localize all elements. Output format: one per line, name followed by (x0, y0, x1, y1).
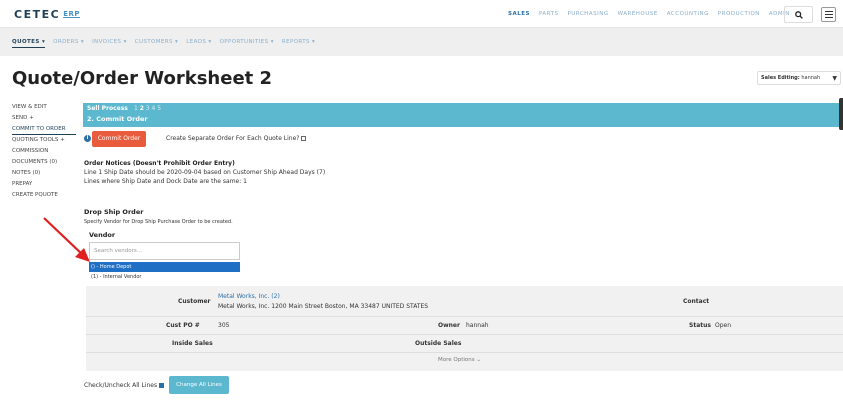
drop-ship-section: Drop Ship Order Specify Vendor for Drop … (84, 208, 233, 225)
step-3[interactable]: 3 (146, 105, 150, 112)
subnav-opportunities[interactable]: OPPORTUNITIES ▾ (220, 39, 274, 48)
customer-row: Customer Metal Works, Inc. (2) Metal Wor… (86, 286, 843, 317)
step-2[interactable]: 2 (140, 105, 144, 112)
separate-order-checkbox[interactable] (301, 136, 307, 141)
sidemenu-prepay[interactable]: PREPAY (12, 179, 76, 190)
drop-ship-heading: Drop Ship Order (84, 208, 144, 216)
search-button[interactable] (784, 6, 813, 23)
notice-line-1: Line 1 Ship Date should be 2020-09-04 ba… (84, 169, 326, 176)
separate-order-label: Create Separate Order For Each Quote Lin… (166, 135, 300, 142)
sidemenu-commission[interactable]: COMMISSION (12, 146, 76, 157)
subnav-orders[interactable]: ORDERS ▾ (53, 39, 84, 48)
commit-order-button[interactable]: Commit Order (92, 131, 146, 147)
drop-ship-subtext: Specify Vendor for Drop Ship Purchase Or… (84, 219, 233, 225)
logo-text: CETEC (14, 8, 61, 21)
nav-accounting[interactable]: ACCOUNTING (667, 11, 709, 17)
sidemenu-send[interactable]: SEND + (12, 113, 76, 124)
sell-process-subtitle: 2. Commit Order (87, 115, 148, 123)
status-label: Status (689, 322, 711, 329)
nav-parts[interactable]: PARTS (539, 11, 559, 17)
change-all-lines-button[interactable]: Change All Lines (169, 376, 229, 394)
notices-heading: Order Notices (Doesn't Prohibit Order En… (84, 160, 235, 167)
info-icon[interactable]: i (84, 135, 91, 142)
red-arrow-annotation (43, 217, 90, 262)
sidemenu-view-edit[interactable]: VIEW & EDIT (12, 102, 76, 113)
cust-po-label: Cust PO # (166, 322, 200, 329)
subnav-leads[interactable]: LEADS ▾ (186, 39, 211, 48)
step-4[interactable]: 4 (152, 105, 156, 112)
sales-editing-value: hannah (801, 75, 821, 81)
side-menu: VIEW & EDIT SEND + COMMIT TO ORDER QUOTI… (12, 102, 76, 201)
subnav-quotes[interactable]: QUOTES ▾ (12, 39, 46, 48)
sidemenu-commit-to-order[interactable]: COMMIT TO ORDER (12, 124, 76, 135)
owner-label: Owner (438, 322, 460, 329)
customer-link[interactable]: Metal Works, Inc. (2) (218, 293, 280, 300)
po-row: Cust PO # 305 Owner hannah Status Open (86, 317, 843, 335)
owner-value: hannah (466, 322, 489, 329)
outside-sales-label: Outside Sales (415, 340, 462, 347)
sales-row: Inside Sales Outside Sales (86, 335, 843, 353)
subnav-invoices[interactable]: INVOICES ▾ (92, 39, 127, 48)
menu-icon (824, 10, 833, 13)
cust-po-value: 305 (218, 322, 230, 329)
sales-editing-label: Sales Editing: (761, 75, 800, 81)
check-all-lines: Check/Uncheck All Lines (84, 382, 165, 389)
vendor-option-home-depot[interactable]: () - Home Depot (89, 262, 240, 272)
sub-nav-bar: QUOTES ▾ ORDERS ▾ INVOICES ▾ CUSTOMERS ▾… (0, 28, 843, 56)
status-value: Open (715, 322, 732, 329)
vendor-options-list: () - Home Depot (1) - Internal Vendor (89, 262, 240, 282)
order-notices: Order Notices (Doesn't Prohibit Order En… (84, 159, 325, 186)
check-all-checkbox[interactable] (159, 383, 165, 388)
separate-order-option: Create Separate Order For Each Quote Lin… (166, 135, 307, 142)
subnav-reports[interactable]: REPORTS ▾ (282, 39, 315, 48)
sell-process-steps: 1 2 3 4 5 (134, 105, 161, 112)
more-options-link[interactable]: More Options ⌄ (438, 357, 481, 363)
sidemenu-quoting-tools[interactable]: QUOTING TOOLS + (12, 135, 76, 146)
nav-purchasing[interactable]: PURCHASING (567, 11, 608, 17)
search-icon (794, 10, 803, 19)
nav-production[interactable]: PRODUCTION (718, 11, 760, 17)
sidemenu-create-pquote[interactable]: CREATE PQUOTE (12, 190, 76, 201)
top-bar: CETEC ERP SALES PARTS PURCHASING WAREHOUS… (0, 0, 843, 28)
main-nav: SALES PARTS PURCHASING WAREHOUSE ACCOUNT… (508, 11, 790, 17)
step-1[interactable]: 1 (134, 105, 138, 112)
logo-erp: ERP (63, 10, 80, 18)
sell-process-label: Sell Process (87, 105, 128, 112)
contact-label: Contact (683, 298, 710, 305)
sub-nav: QUOTES ▾ ORDERS ▾ INVOICES ▾ CUSTOMERS ▾… (12, 39, 315, 48)
order-info-table: Customer Metal Works, Inc. (2) Metal Wor… (86, 286, 843, 371)
sales-editing-select[interactable]: Sales Editing: hannah ▼ (757, 71, 841, 85)
caret-down-icon: ▼ (832, 75, 837, 82)
page-title: Quote/Order Worksheet 2 (12, 68, 273, 89)
vendor-option-internal-vendor[interactable]: (1) - Internal Vendor (89, 272, 240, 282)
vendor-search-input[interactable]: Search vendors... (89, 242, 240, 260)
sidemenu-notes[interactable]: NOTES (0) (12, 168, 76, 179)
app-logo[interactable]: CETEC ERP (14, 8, 80, 21)
sidemenu-documents[interactable]: DOCUMENTS (0) (12, 157, 76, 168)
nav-sales[interactable]: SALES (508, 11, 530, 17)
step-5[interactable]: 5 (157, 105, 161, 112)
inside-sales-label: Inside Sales (172, 340, 213, 347)
sell-process-bar: Sell Process 1 2 3 4 5 2. Commit Order (83, 103, 843, 127)
subnav-customers[interactable]: CUSTOMERS ▾ (135, 39, 179, 48)
notice-line-2: Lines where Ship Date and Dock Date are … (84, 178, 247, 185)
side-tab-handle[interactable] (839, 98, 843, 130)
customer-label: Customer (178, 298, 211, 305)
customer-address: Metal Works, Inc. 1200 Main Street Bosto… (218, 303, 429, 310)
check-all-label: Check/Uncheck All Lines (84, 382, 158, 389)
hamburger-menu-button[interactable] (821, 7, 836, 22)
nav-warehouse[interactable]: WAREHOUSE (618, 11, 658, 17)
